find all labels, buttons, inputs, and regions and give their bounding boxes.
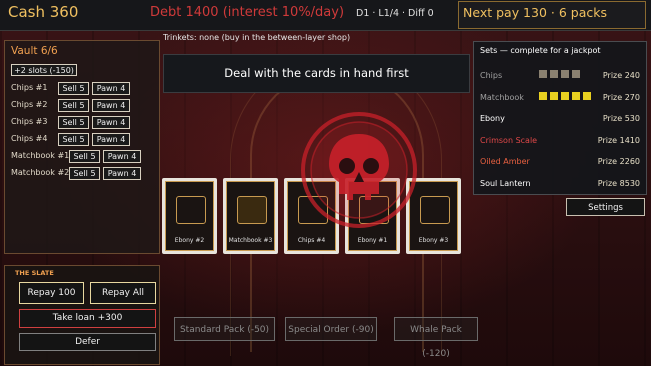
sell-button[interactable]: Sell 5	[58, 82, 89, 95]
sell-button[interactable]: Sell 5	[58, 99, 89, 112]
debt-display: Debt 1400 (interest 10%/day)	[150, 5, 345, 20]
set-slot	[572, 92, 580, 100]
card-label: Ebony #1	[357, 237, 388, 244]
card-artwork	[420, 196, 450, 224]
whale-pack-button[interactable]: Whale Pack (-120)	[394, 317, 478, 359]
set-name: Oiled Amber	[480, 157, 530, 166]
repay-all-button[interactable]: Repay All	[90, 282, 156, 304]
vault-row-label: Chips #1	[11, 83, 48, 92]
pawn-button[interactable]: Pawn 4	[103, 150, 141, 163]
set-slot	[561, 92, 569, 100]
set-slot	[561, 70, 569, 78]
set-name: Chips	[480, 71, 503, 80]
card-label: Ebony #2	[174, 237, 205, 244]
next-pay-box: Next pay 130 · 6 packs	[458, 1, 646, 29]
set-prize: Prize 530	[602, 114, 640, 123]
slate-title: THE SLATE	[15, 269, 54, 277]
card-label: Matchbook #3	[228, 237, 273, 244]
special-order-button[interactable]: Special Order (-90)	[285, 317, 377, 341]
vault-panel: Vault 6/6 +2 slots (-150) Chips #1 Sell …	[4, 40, 160, 254]
set-slot	[539, 92, 547, 100]
vault-row-label: Matchbook #2	[11, 168, 70, 177]
settings-button[interactable]: Settings	[566, 198, 645, 216]
status-message: Deal with the cards in hand first	[163, 54, 470, 93]
set-prize: Prize 270	[602, 93, 640, 102]
defer-button[interactable]: Defer	[19, 333, 156, 351]
set-slot	[539, 70, 547, 78]
set-slot	[583, 92, 591, 100]
pawn-button[interactable]: Pawn 4	[92, 116, 130, 129]
set-prize: Prize 1410	[597, 136, 640, 145]
set-name: Ebony	[480, 114, 505, 123]
set-slot	[550, 92, 558, 100]
set-prize: Prize 8530	[597, 179, 640, 188]
hand-card[interactable]: Ebony #2	[162, 178, 217, 254]
standard-pack-button[interactable]: Standard Pack (-50)	[174, 317, 275, 341]
set-slot	[572, 70, 580, 78]
vault-row-label: Chips #4	[11, 134, 48, 143]
set-slot	[550, 70, 558, 78]
trinkets-info: Trinkets: none (buy in the between-layer…	[163, 33, 351, 42]
vault-title: Vault 6/6	[11, 45, 58, 57]
vault-row-label: Chips #2	[11, 100, 48, 109]
sell-button[interactable]: Sell 5	[69, 150, 100, 163]
pawn-button[interactable]: Pawn 4	[92, 99, 130, 112]
set-prize: Prize 240	[602, 71, 640, 80]
sets-panel: Sets — complete for a jackpot Chips Priz…	[473, 41, 647, 195]
pawn-button[interactable]: Pawn 4	[92, 133, 130, 146]
sets-title: Sets — complete for a jackpot	[480, 46, 601, 55]
card-label: Chips #4	[297, 237, 326, 244]
set-prize: Prize 2260	[597, 157, 640, 166]
repay-100-button[interactable]: Repay 100	[19, 282, 84, 304]
difficulty-display: D1 · L1/4 · Diff 0	[356, 8, 434, 19]
cash-display: Cash 360	[8, 3, 79, 21]
vault-row-label: Matchbook #1	[11, 151, 70, 160]
next-pay-text: Next pay 130 · 6 packs	[463, 5, 607, 20]
card-artwork	[176, 196, 206, 224]
vault-row-label: Chips #3	[11, 117, 48, 126]
set-name: Crimson Scale	[480, 136, 538, 145]
sell-button[interactable]: Sell 5	[69, 167, 100, 180]
skull-icon	[301, 112, 417, 228]
card-face: Matchbook #3	[226, 181, 275, 251]
sell-button[interactable]: Sell 5	[58, 116, 89, 129]
card-artwork	[237, 196, 267, 224]
pawn-button[interactable]: Pawn 4	[92, 82, 130, 95]
slate-panel: THE SLATE Repay 100 Repay All Take loan …	[4, 265, 160, 365]
set-name: Soul Lantern	[480, 179, 531, 188]
take-loan-button[interactable]: Take loan +300	[19, 309, 156, 328]
add-slots-button[interactable]: +2 slots (-150)	[11, 64, 77, 76]
card-label: Ebony #3	[418, 237, 449, 244]
hand-card[interactable]: Matchbook #3	[223, 178, 278, 254]
set-name: Matchbook	[480, 93, 524, 102]
sell-button[interactable]: Sell 5	[58, 133, 89, 146]
pawn-button[interactable]: Pawn 4	[103, 167, 141, 180]
card-face: Ebony #2	[165, 181, 214, 251]
top-bar: Cash 360 Debt 1400 (interest 10%/day) D1…	[0, 0, 651, 31]
